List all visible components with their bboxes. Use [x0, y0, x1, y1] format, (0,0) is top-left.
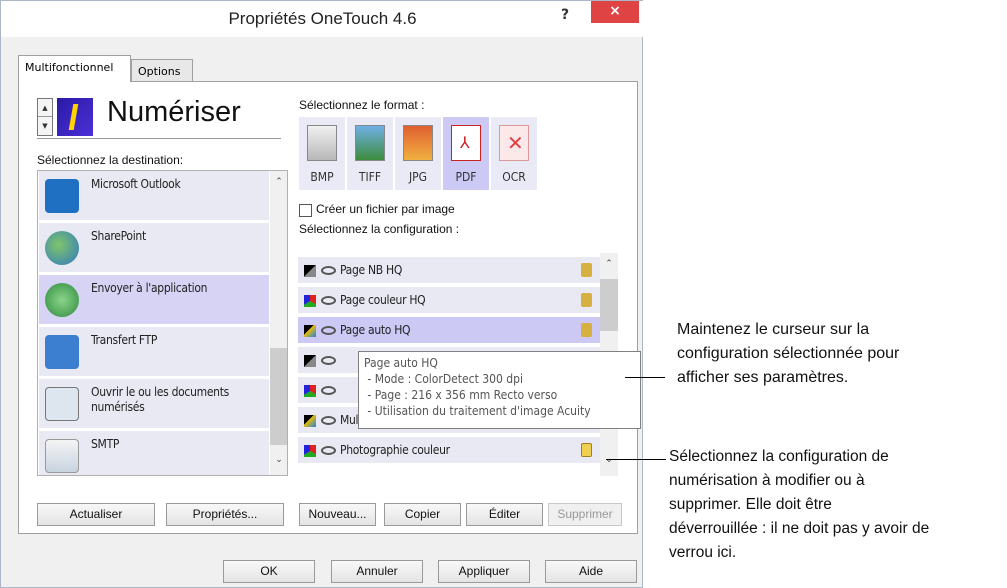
tiff-icon [355, 125, 385, 161]
stepper-down-icon[interactable]: ▼ [38, 117, 52, 135]
auto-icon [304, 415, 316, 427]
button-number-display [57, 98, 93, 136]
eye-icon [321, 446, 336, 455]
open-docs-icon [45, 387, 79, 421]
eye-icon [321, 326, 336, 335]
lock-icon [581, 293, 592, 307]
tooltip-page: - Page : 216 x 356 mm Recto verso [364, 388, 558, 402]
lock-icon [581, 263, 592, 277]
format-bmp[interactable]: BMP [299, 117, 345, 190]
callout-select: Sélectionnez la configuration de numéris… [669, 448, 930, 561]
stepper-up-icon[interactable]: ▲ [38, 99, 52, 117]
auto-icon [304, 325, 316, 337]
config-item[interactable]: Page couleur HQ [298, 287, 600, 315]
tab-multifonctionnel[interactable]: Multifonctionnel [18, 55, 131, 82]
ocr-icon: ✕ [499, 125, 529, 161]
delete-button[interactable]: Supprimer [548, 503, 622, 526]
bmp-icon [307, 125, 337, 161]
bw-icon [304, 355, 316, 367]
ok-button[interactable]: OK [223, 560, 315, 583]
eye-icon [321, 266, 336, 275]
color-icon [304, 385, 316, 397]
destination-scroll-thumb[interactable] [270, 348, 287, 445]
copy-button[interactable]: Copier [384, 503, 461, 526]
jpg-icon [403, 125, 433, 161]
button-stepper[interactable]: ▲ ▼ [37, 98, 53, 136]
callout-line-hover [625, 377, 665, 378]
scroll-up-icon[interactable]: ⌃ [270, 177, 287, 187]
close-button[interactable]: × [591, 1, 639, 23]
window-title: Propriétés OneTouch 4.6 [228, 9, 417, 28]
scroll-up-icon[interactable]: ⌃ [600, 259, 618, 269]
eye-icon [321, 356, 336, 365]
lock-icon [581, 323, 592, 337]
unlocked-lock-icon[interactable] [581, 443, 592, 457]
color-icon [304, 295, 316, 307]
refresh-button[interactable]: Actualiser [37, 503, 155, 526]
configuration-tooltip: Page auto HQ - Mode : ColorDetect 300 dp… [358, 351, 641, 429]
apply-button[interactable]: Appliquer [438, 560, 530, 583]
new-button[interactable]: Nouveau... [299, 503, 376, 526]
properties-dialog: Propriétés OneTouch 4.6 ? × Multifonctio… [0, 0, 644, 588]
color-icon [304, 445, 316, 457]
configuration-scroll-thumb[interactable] [600, 279, 618, 331]
one-file-per-image-label: Créer un fichier par image [316, 202, 455, 216]
eye-icon [321, 416, 336, 425]
mail-icon [45, 439, 79, 473]
eye-icon [321, 296, 336, 305]
destination-list[interactable]: Microsoft Outlook SharePoint Envoyer à l… [37, 170, 288, 476]
edit-button[interactable]: Éditer [466, 503, 543, 526]
one-file-per-image-checkbox[interactable] [299, 204, 312, 217]
outlook-icon [45, 179, 79, 213]
help-icon[interactable]: ? [561, 7, 569, 23]
tooltip-title: Page auto HQ [364, 356, 438, 370]
tooltip-acuity: - Utilisation du traitement d'image Acui… [364, 404, 591, 418]
scroll-down-icon[interactable]: ⌄ [600, 455, 618, 465]
format-pdf[interactable]: ⅄ PDF [443, 117, 489, 190]
callout-hover: Maintenez le curseur sur la configuratio… [677, 321, 900, 386]
ftp-icon [45, 335, 79, 369]
destination-item-open-docs[interactable]: Ouvrir le ou les documents numérisés [39, 379, 269, 430]
format-tiff[interactable]: TIFF [347, 117, 393, 190]
pdf-icon: ⅄ [451, 125, 481, 161]
destination-item-smtp[interactable]: SMTP [39, 431, 269, 475]
properties-button[interactable]: Propriétés... [166, 503, 284, 526]
config-item[interactable]: Page NB HQ [298, 257, 600, 285]
sharepoint-icon [45, 231, 79, 265]
help-button[interactable]: Aide [545, 560, 637, 583]
format-ocr[interactable]: ✕ OCR [491, 117, 537, 190]
cancel-button[interactable]: Annuler [331, 560, 423, 583]
title-bar: Propriétés OneTouch 4.6 ? × [1, 1, 644, 37]
scroll-down-icon[interactable]: ⌄ [270, 455, 287, 465]
bw-icon [304, 265, 316, 277]
destination-item-send-app[interactable]: Envoyer à l'application [39, 275, 269, 326]
destination-item-ftp[interactable]: Transfert FTP [39, 327, 269, 378]
tab-options[interactable]: Options [131, 59, 193, 81]
send-app-icon [45, 283, 79, 317]
callout-line-select [606, 459, 666, 460]
destination-item-outlook[interactable]: Microsoft Outlook [39, 171, 269, 222]
config-item[interactable]: Page auto HQ [298, 317, 600, 345]
eye-icon [321, 386, 336, 395]
tooltip-mode: - Mode : ColorDetect 300 dpi [364, 372, 524, 386]
configuration-label: Sélectionnez la configuration : [299, 222, 460, 236]
format-label: Sélectionnez le format : [299, 98, 425, 112]
destination-item-sharepoint[interactable]: SharePoint [39, 223, 269, 274]
title-divider [37, 138, 281, 139]
format-jpg[interactable]: JPG [395, 117, 441, 190]
config-item[interactable]: Photographie couleur [298, 437, 600, 465]
scan-title: Numériser [107, 96, 241, 128]
destination-label: Sélectionnez la destination: [37, 153, 184, 167]
